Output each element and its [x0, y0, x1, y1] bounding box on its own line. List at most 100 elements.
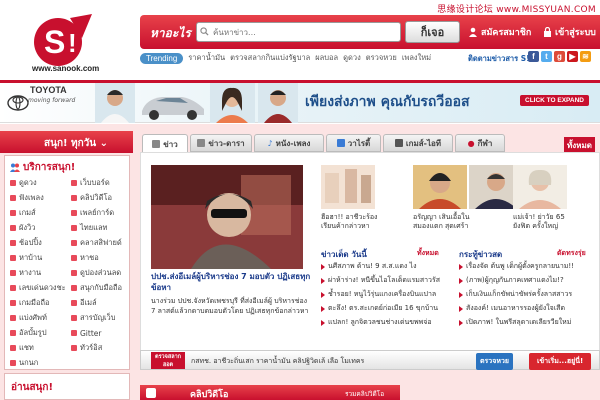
- youtube-icon[interactable]: ▶: [567, 51, 578, 62]
- news-thumbnail[interactable]: [413, 165, 467, 209]
- hero-headline[interactable]: ปปช.ส่งอีเมล์ผู้บริหารช่อง 7 มอบตัว ปฏิเ…: [151, 271, 311, 293]
- hero-news-photo[interactable]: [151, 165, 303, 269]
- news-link[interactable]: ตะลึง! ตร.สะเกดย์ก่อเมีย 16 ขุกบ้าน: [321, 303, 438, 314]
- news-link-label: ตะลึง! ตร.สะเกดย์ก่อเมีย 16 ขุกบ้าน: [328, 304, 438, 312]
- news-link[interactable]: ผ่าห้าร่าง! หนีขึ้นไอโลเด็ดแรมสาวรัส: [321, 275, 440, 286]
- service-link[interactable]: เพลย์การ์ด: [71, 207, 114, 219]
- service-link[interactable]: ช้อปปิ้ง: [10, 237, 42, 249]
- listen-button[interactable]: เข้าเริ่ม...ฮยู่นี่!: [529, 353, 592, 370]
- trending-link[interactable]: ราคาน้ำมัน: [188, 52, 225, 64]
- service-link[interactable]: ไทยแลท: [71, 222, 107, 234]
- lottery-check-button[interactable]: ตรวจหวย: [476, 353, 513, 370]
- toyota-banner-ad[interactable]: TOYOTA moving forward เพียงส่งภาพ คุณกับ…: [0, 83, 600, 123]
- news-link[interactable]: แปลก! ลูกจิตวลชนช่างเด่นขพพจ่อ: [321, 317, 432, 328]
- people-icon: [10, 163, 20, 172]
- rss-icon[interactable]: ≋: [580, 51, 591, 62]
- service-icon: [10, 270, 16, 276]
- service-link[interactable]: เกมมือถือ: [10, 297, 50, 309]
- twitter-icon[interactable]: t: [541, 51, 552, 62]
- service-icon: [10, 225, 16, 231]
- webboard-link[interactable]: เก็บเงินแก็กขัพน่าขัพร่ครั้งลาสสาวร: [459, 289, 572, 300]
- thumbnail-caption[interactable]: อรัญญา เสินเอื้อใน สมองแตก สุดเศร้า: [413, 213, 473, 231]
- search-button[interactable]: ก็เจอ: [405, 21, 460, 43]
- hot-news-more[interactable]: ทั้งหมด: [417, 248, 439, 259]
- service-link[interactable]: คลิปวิดีโอ: [71, 192, 112, 204]
- service-icon: [71, 255, 77, 261]
- tab-variety[interactable]: วาไรตี้: [326, 134, 381, 152]
- service-link[interactable]: แบ่งศัพท์: [10, 312, 47, 324]
- service-link[interactable]: นกนก: [10, 357, 38, 369]
- service-link[interactable]: หาบ้าน: [10, 252, 42, 264]
- service-link[interactable]: ผังวิว: [10, 222, 35, 234]
- thumbnail-caption[interactable]: ฮือฮา!! อาชีวะร้องเรียนค้ากล่าวหา: [321, 213, 381, 231]
- service-link[interactable]: สนุกกับมือถือ: [71, 282, 122, 294]
- webboard-link-label: สังองค์! เมนอาหารรองผู้ยังใจเสีด: [466, 304, 565, 312]
- toyota-tagline: moving forward: [28, 97, 76, 104]
- login-link[interactable]: เข้าสู่ระบบ: [543, 25, 596, 39]
- news-thumbnail[interactable]: [513, 165, 567, 209]
- webboard-link[interactable]: (ภาพ)ผู้กุญกันภาคเทศาแดงไม!?: [459, 275, 564, 286]
- webboard-link[interactable]: เรื่องจัด ต้นพู เด็กผู้ตั้งครูกลายนาม!!: [459, 261, 574, 272]
- facebook-icon[interactable]: f: [528, 51, 539, 62]
- trending-link[interactable]: ตรวจสลากกินแบ่งรัฐบาล: [230, 52, 310, 64]
- search-input[interactable]: [196, 22, 401, 42]
- webboard-link[interactable]: เปิดภาพ! ในพรีสลุดาเดเลียรวียใหม่: [459, 317, 571, 328]
- service-link[interactable]: เลขเด่นดวงชะ: [10, 282, 66, 294]
- tab-sports[interactable]: ● กีฬา: [455, 134, 505, 152]
- service-link[interactable]: เกมส์: [10, 207, 36, 219]
- service-label: ทัวร์อิส: [80, 343, 103, 352]
- news-thumbnail[interactable]: [321, 165, 375, 209]
- service-link[interactable]: หาชอ: [71, 252, 99, 264]
- services-title: บริการสนุก!: [10, 160, 75, 175]
- svg-text:!: !: [68, 28, 77, 58]
- webboard-link-label: เก็บเงินแก็กขัพน่าขัพร่ครั้งลาสสาวร: [466, 290, 573, 298]
- ticker-links[interactable]: กสทช. อาชีวะถิ่นเสก ราคาน้ำมัน คลิปฐิวิด…: [191, 356, 364, 367]
- trending-link[interactable]: ดูดวง: [343, 52, 361, 64]
- service-link[interactable]: แชท: [10, 342, 34, 354]
- service-link[interactable]: สารบัญเว็บ: [71, 312, 116, 324]
- tab-celebrity[interactable]: ข่าว-ดารา: [190, 134, 252, 152]
- service-icon: [71, 315, 77, 321]
- service-link[interactable]: อัลบั้มรูป: [10, 327, 47, 339]
- service-link[interactable]: Gitter: [71, 327, 101, 339]
- service-label: ฟังเพลง: [19, 193, 44, 202]
- tab-games-it[interactable]: เกมส์-ไอที: [383, 134, 453, 152]
- trending-link[interactable]: ผลบอล: [315, 52, 338, 64]
- thumbnail-caption[interactable]: แม่เจ้า! ย่าวัย 65 ยังฟิต ครั้งใหญ่: [513, 213, 573, 231]
- banner-person-photo: [95, 83, 135, 123]
- film-icon: [197, 139, 206, 147]
- read-title[interactable]: อ่านสนุก!: [11, 380, 53, 395]
- service-link[interactable]: คลาสสิฟายด์: [71, 237, 122, 249]
- trending-link[interactable]: ตรวจหวย: [366, 52, 397, 64]
- clip-title[interactable]: คลิปวิดีโอ: [190, 390, 228, 400]
- services-panel: บริการสนุก! ดูดวง ฟังเพลง เกมส์ ผังวิว ช…: [4, 155, 130, 370]
- expand-button[interactable]: CLICK TO EXPAND: [520, 95, 589, 106]
- news-link[interactable]: ช้ำรอย! หนูไว้รุ่นแกงเครื่องบินแปาล: [321, 289, 436, 300]
- service-label: สารบัญเว็บ: [80, 313, 116, 322]
- webboard-link[interactable]: สังองค์! เมนอาหารรองผู้ยังใจเสีด: [459, 303, 565, 314]
- all-clips-link[interactable]: รวมคลิปวิดีโอ: [345, 389, 384, 399]
- logo-url[interactable]: www.sanook.com: [32, 64, 99, 73]
- arrow-icon: [321, 263, 325, 270]
- news-link[interactable]: นศีสภาพ ด้าน! 9 ส.ส.แดง ไง: [321, 261, 417, 272]
- register-link[interactable]: สมัครสมาชิก: [468, 25, 531, 39]
- service-label: สนุกกับมือถือ: [80, 283, 123, 292]
- tab-label: ข่าว: [163, 139, 178, 149]
- tab-news[interactable]: ข่าว: [142, 134, 188, 153]
- service-link[interactable]: ดูดวง: [10, 177, 37, 189]
- tab-movies-music[interactable]: ♪ หนัง-เพลง: [254, 134, 324, 152]
- search-label: หาอะไร: [150, 26, 191, 40]
- service-label: เกมส์: [19, 208, 36, 217]
- webboard-more[interactable]: ดัดทรงรุ่ย: [557, 248, 586, 259]
- service-link[interactable]: หางาน: [10, 267, 41, 279]
- service-link[interactable]: ดูปองส่วนลด: [71, 267, 121, 279]
- service-link[interactable]: อีเมล์: [71, 297, 97, 309]
- service-link[interactable]: ทัวร์อิส: [71, 342, 102, 354]
- tv-icon: [336, 139, 345, 147]
- sidebar-header[interactable]: สนุก! ทุกวัน ⌄: [0, 131, 133, 153]
- service-link[interactable]: เว็บบอร์ด: [71, 177, 110, 189]
- service-link[interactable]: ฟังเพลง: [10, 192, 44, 204]
- google-plus-icon[interactable]: g: [554, 51, 565, 62]
- toyota-brand: TOYOTA: [30, 85, 67, 95]
- trending-link[interactable]: เพลงใหม่: [402, 52, 431, 64]
